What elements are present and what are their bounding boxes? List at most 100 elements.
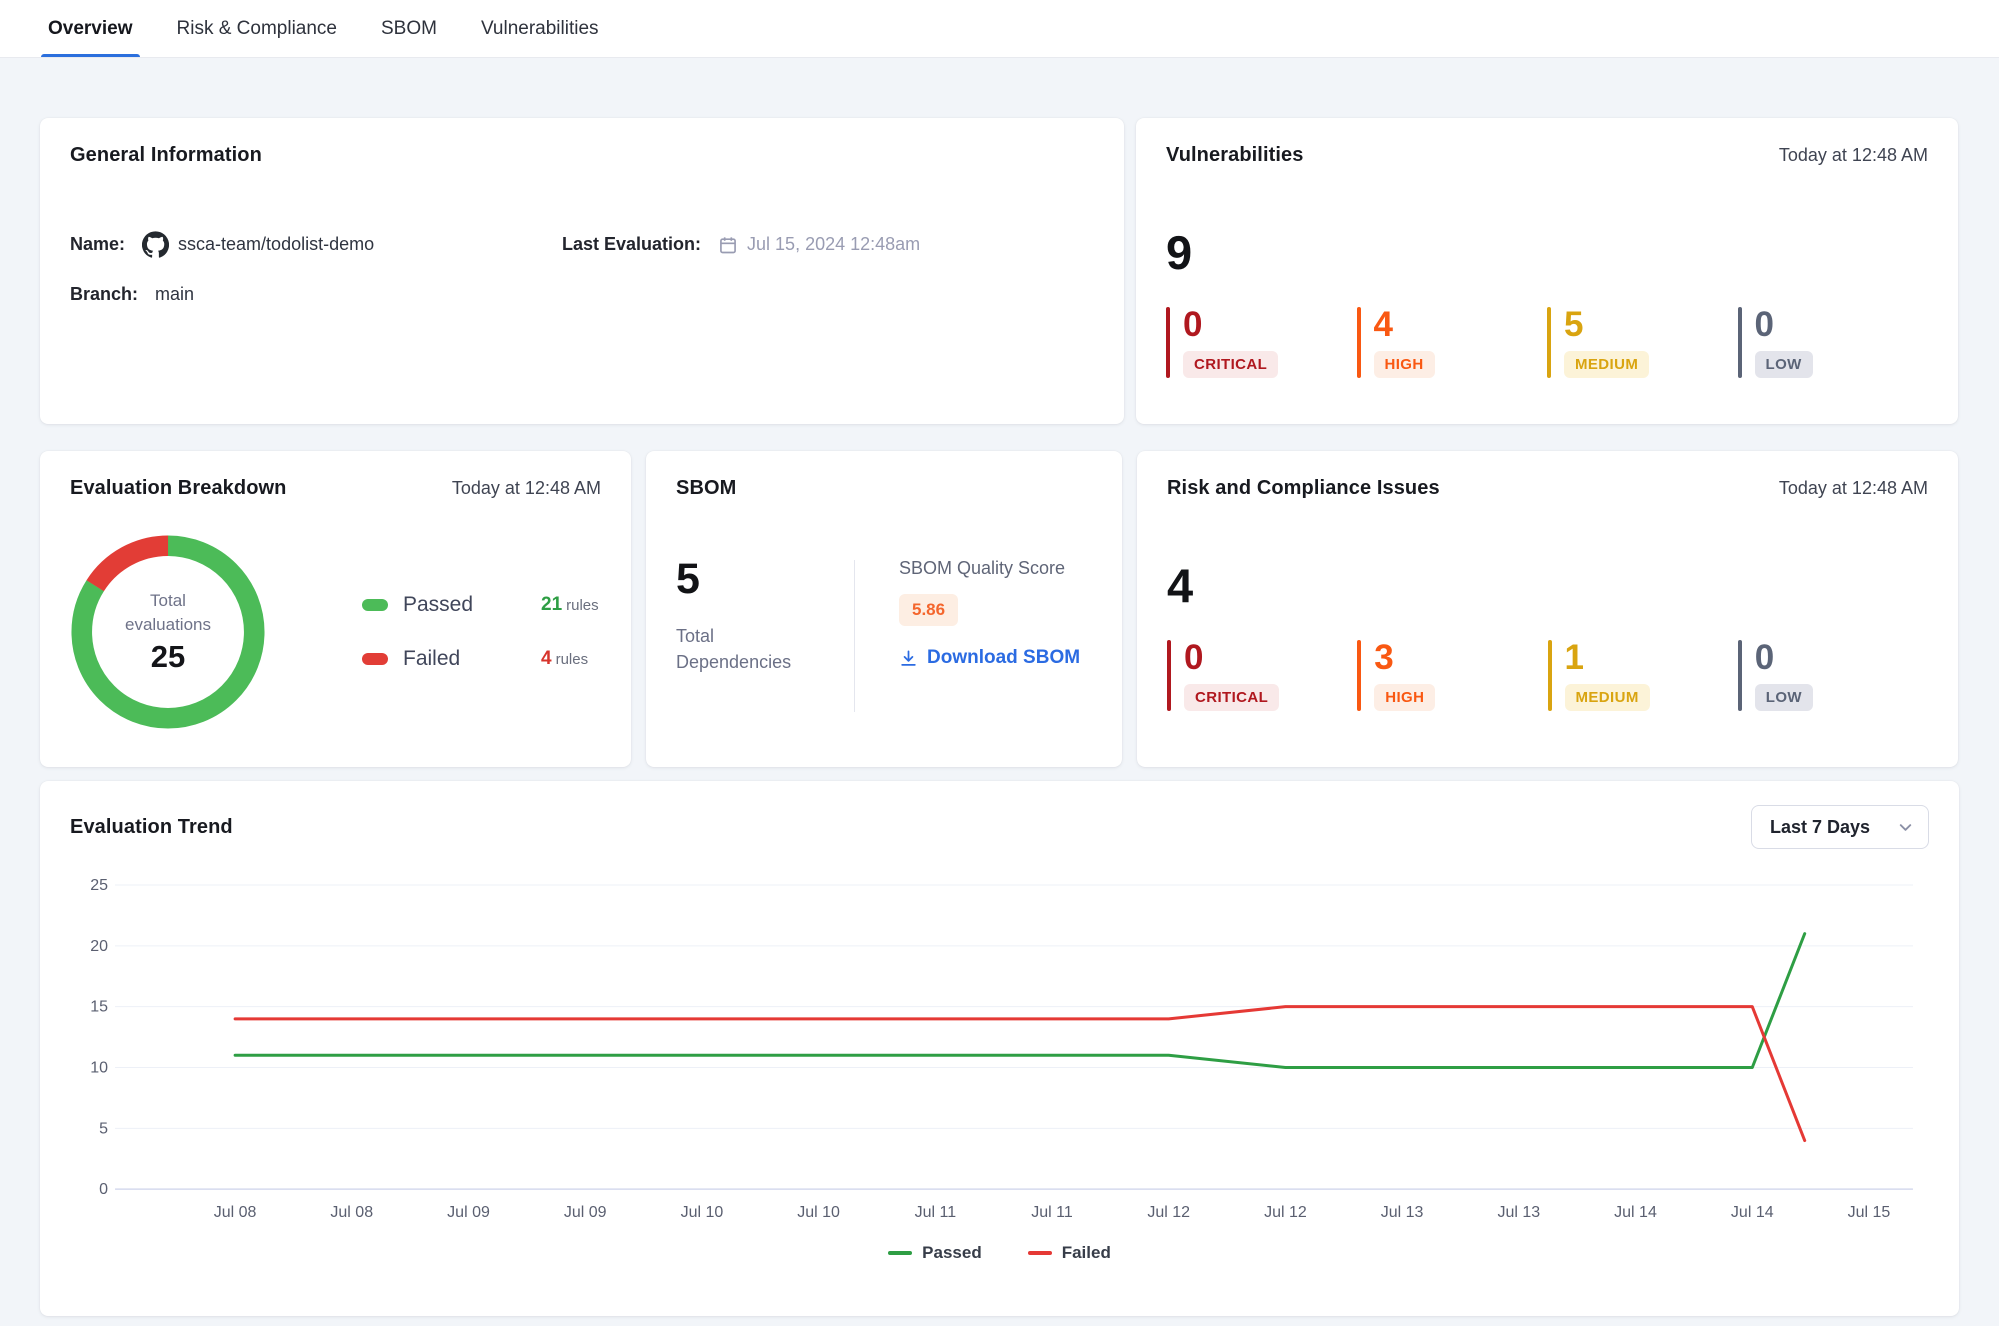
svg-text:Jul 08: Jul 08 — [214, 1204, 257, 1221]
severity-bar — [1738, 307, 1742, 378]
risk-compliance-card: Risk and Compliance Issues Today at 12:4… — [1137, 451, 1958, 767]
chevron-down-icon — [1896, 818, 1915, 837]
sbom-card: SBOM 5 Total Dependencies SBOM Quality S… — [646, 451, 1122, 767]
svg-text:Jul 09: Jul 09 — [447, 1204, 490, 1221]
branch-value: main — [155, 284, 194, 305]
vulnerabilities-card: Vulnerabilities Today at 12:48 AM 9 0 CR… — [1136, 118, 1958, 424]
svg-text:Jul 10: Jul 10 — [797, 1204, 840, 1221]
svg-text:25: 25 — [90, 877, 108, 894]
card-title: Evaluation Trend — [70, 816, 233, 839]
timestamp: Today at 12:48 AM — [452, 478, 601, 499]
severity-badge: CRITICAL — [1183, 351, 1278, 378]
legend-row-failed: Failed 4rules — [362, 647, 599, 671]
repo-name-field: Name: ssca-team/todolist-demo — [70, 231, 562, 258]
repo-name-value: ssca-team/todolist-demo — [142, 231, 374, 258]
tab-sbom[interactable]: SBOM — [381, 0, 437, 57]
svg-text:15: 15 — [90, 999, 108, 1016]
legend-unit: rules — [566, 597, 599, 614]
legend-count: 21 — [541, 594, 562, 615]
dashboard-content: General Information Name: ssca-team/todo… — [0, 58, 1999, 1316]
branch-label: Branch: — [70, 284, 138, 305]
github-icon — [142, 231, 169, 258]
severity-low: 0 LOW — [1738, 640, 1928, 711]
svg-text:Jul 13: Jul 13 — [1381, 1204, 1424, 1221]
download-sbom-link[interactable]: Download SBOM — [899, 647, 1080, 669]
general-information-card: General Information Name: ssca-team/todo… — [40, 118, 1124, 424]
last-evaluation-text: Jul 15, 2024 12:48am — [747, 234, 920, 255]
tab-overview[interactable]: Overview — [48, 0, 133, 57]
severity-count: 3 — [1374, 640, 1393, 677]
divider — [854, 560, 855, 712]
svg-text:Jul 10: Jul 10 — [681, 1204, 724, 1221]
evaluation-trend-card: Evaluation Trend Last 7 Days 0510152025J… — [40, 781, 1959, 1316]
last-evaluation-field: Last Evaluation: Jul 15, 2024 12:48am — [562, 231, 1094, 258]
date-range-select[interactable]: Last 7 Days — [1751, 805, 1929, 849]
severity-medium: 1 MEDIUM — [1548, 640, 1738, 711]
severity-count: 4 — [1374, 307, 1393, 344]
evaluations-donut-chart: Total evaluations 25 — [70, 534, 266, 730]
svg-text:10: 10 — [90, 1060, 108, 1077]
severity-badge: MEDIUM — [1564, 351, 1649, 378]
legend-row-passed: Passed 21rules — [362, 593, 599, 617]
total-dependencies-count: 5 — [676, 558, 826, 601]
last-evaluation-value: Jul 15, 2024 12:48am — [718, 234, 920, 255]
svg-text:20: 20 — [90, 938, 108, 955]
severity-high: 3 HIGH — [1357, 640, 1547, 711]
svg-text:Jul 09: Jul 09 — [564, 1204, 607, 1221]
severity-bar — [1547, 307, 1551, 378]
sbom-quality-score-label: SBOM Quality Score — [899, 558, 1080, 579]
svg-text:Jul 15: Jul 15 — [1848, 1204, 1891, 1221]
svg-text:Jul 14: Jul 14 — [1731, 1204, 1774, 1221]
legend-count: 4 — [541, 648, 552, 669]
timestamp: Today at 12:48 AM — [1779, 478, 1928, 499]
card-title: Evaluation Breakdown — [70, 477, 287, 500]
severity-bar — [1357, 640, 1361, 711]
trend-legend-failed: Failed — [1028, 1243, 1111, 1263]
donut-total: 25 — [151, 639, 185, 675]
svg-text:Jul 13: Jul 13 — [1498, 1204, 1541, 1221]
severity-count: 1 — [1565, 640, 1584, 677]
risk-compliance-total: 4 — [1167, 562, 1928, 609]
download-sbom-label: Download SBOM — [927, 647, 1080, 669]
card-title: Vulnerabilities — [1166, 144, 1303, 167]
passed-pill-icon — [362, 599, 388, 611]
legend-label: Passed — [403, 593, 513, 617]
svg-text:0: 0 — [99, 1181, 108, 1198]
failed-line-icon — [1028, 1251, 1052, 1255]
severity-count: 5 — [1564, 307, 1583, 344]
severity-count: 0 — [1755, 640, 1774, 677]
passed-line-icon — [888, 1251, 912, 1255]
evaluation-trend-chart: 0510152025Jul 08Jul 08Jul 09Jul 09Jul 10… — [70, 863, 1929, 1235]
evaluation-breakdown-card: Evaluation Breakdown Today at 12:48 AM T… — [40, 451, 631, 767]
svg-text:Jul 12: Jul 12 — [1147, 1204, 1190, 1221]
svg-text:Jul 12: Jul 12 — [1264, 1204, 1307, 1221]
tab-vulnerabilities[interactable]: Vulnerabilities — [481, 0, 599, 57]
severity-critical: 0 CRITICAL — [1166, 307, 1357, 378]
name-label: Name: — [70, 234, 125, 255]
svg-text:Jul 11: Jul 11 — [1031, 1204, 1073, 1221]
last-evaluation-label: Last Evaluation: — [562, 234, 701, 255]
severity-row: 0 CRITICAL 3 HIGH 1 MEDIUM — [1167, 640, 1928, 711]
severity-high: 4 HIGH — [1357, 307, 1548, 378]
severity-count: 0 — [1184, 640, 1203, 677]
severity-badge: LOW — [1755, 684, 1813, 711]
trend-legend-label: Passed — [922, 1243, 982, 1263]
severity-bar — [1167, 640, 1171, 711]
severity-low: 0 LOW — [1738, 307, 1929, 378]
donut-center-label: Total evaluations — [107, 589, 229, 637]
tab-bar: Overview Risk & Compliance SBOM Vulnerab… — [0, 0, 1999, 58]
date-range-value: Last 7 Days — [1770, 817, 1870, 838]
severity-count: 0 — [1755, 307, 1774, 344]
tab-risk-compliance[interactable]: Risk & Compliance — [177, 0, 338, 57]
severity-count: 0 — [1183, 307, 1202, 344]
failed-pill-icon — [362, 653, 388, 665]
legend-unit: rules — [556, 651, 589, 668]
trend-legend-passed: Passed — [888, 1243, 982, 1263]
svg-text:Jul 11: Jul 11 — [915, 1204, 957, 1221]
severity-badge: HIGH — [1374, 351, 1435, 378]
card-title: SBOM — [676, 477, 736, 500]
severity-medium: 5 MEDIUM — [1547, 307, 1738, 378]
severity-badge: CRITICAL — [1184, 684, 1279, 711]
card-title: General Information — [70, 144, 262, 167]
severity-bar — [1738, 640, 1742, 711]
